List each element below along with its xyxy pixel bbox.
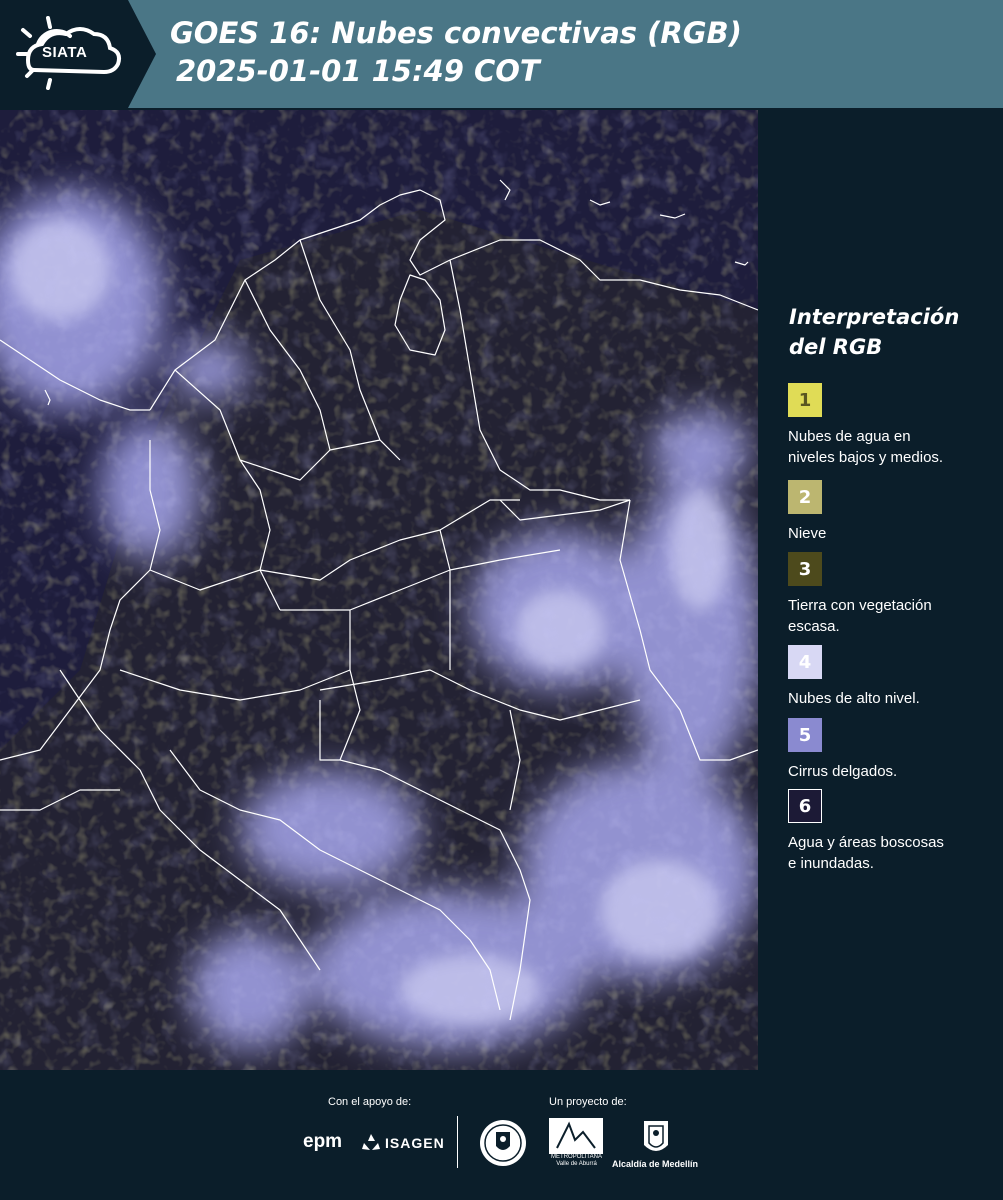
isagen-logo[interactable]: ISAGEN	[385, 1135, 445, 1151]
footer-divider	[457, 1116, 458, 1168]
legend-item-4: 4 Nubes de alto nivel.	[788, 645, 988, 709]
product-timestamp: 2025-01-01 15:49 COT	[176, 54, 540, 88]
legend-label-2: Nieve	[788, 525, 827, 542]
legend-title: Interpretación del RGB	[789, 305, 960, 359]
legend-swatch-6: 6	[788, 789, 822, 823]
legend-item-5: 5 Cirrus delgados.	[788, 718, 988, 782]
legend-label-3: Tierra con vegetación escasa.	[788, 597, 932, 635]
legend-label-1: Nubes de agua en niveles bajos y medios.	[788, 428, 944, 466]
project-label: Un proyecto de:	[549, 1096, 627, 1108]
satellite-rgb-map[interactable]	[0, 110, 758, 1070]
satellite-image	[0, 110, 758, 1070]
legend-item-1: 1 Nubes de agua en niveles bajos y medio…	[788, 383, 988, 468]
header-bar: SIATA GOES 16: Nubes convectivas (RGB) 2…	[0, 0, 1003, 108]
siata-logo[interactable]: SIATA	[0, 0, 160, 108]
legend-label-5: Cirrus delgados.	[788, 763, 898, 780]
legend-label-6: Agua y áreas boscosas e inundadas.	[788, 834, 944, 872]
legend-swatch-4: 4	[788, 645, 822, 679]
footer: Con el apoyo de: Un proyecto de: epm ISA…	[0, 1070, 1003, 1200]
legend-item-2: 2 Nieve	[788, 480, 988, 544]
alcaldia-shield-icon[interactable]	[642, 1119, 670, 1157]
legend-swatch-2: 2	[788, 480, 822, 514]
epm-logo[interactable]: epm	[303, 1131, 342, 1153]
legend-item-6: 6 Agua y áreas boscosas e inundadas.	[788, 789, 988, 874]
legend-label-4: Nubes de alto nivel.	[788, 690, 920, 707]
legend-swatch-3: 3	[788, 552, 822, 586]
isagen-icon	[362, 1134, 380, 1150]
legend-item-3: 3 Tierra con vegetación escasa.	[788, 552, 988, 637]
legend-swatch-5: 5	[788, 718, 822, 752]
siata-logo-text: SIATA	[42, 44, 88, 61]
goes-rgb-product-page: SIATA GOES 16: Nubes convectivas (RGB) 2…	[0, 0, 1003, 1200]
area-metropolitana-logo[interactable]	[549, 1118, 603, 1154]
support-label: Con el apoyo de:	[328, 1096, 412, 1108]
alcaldia-text: Alcaldía de Medellín	[612, 1159, 699, 1169]
legend-swatch-1: 1	[788, 383, 822, 417]
rgb-legend: Interpretación del RGB 1 Nubes de agua e…	[770, 110, 995, 1070]
medellin-seal-icon[interactable]	[478, 1118, 528, 1168]
product-title: GOES 16: Nubes convectivas (RGB)	[170, 16, 742, 50]
area-metropolitana-text: METROPOLITANA Valle de Aburrá	[551, 1154, 602, 1167]
